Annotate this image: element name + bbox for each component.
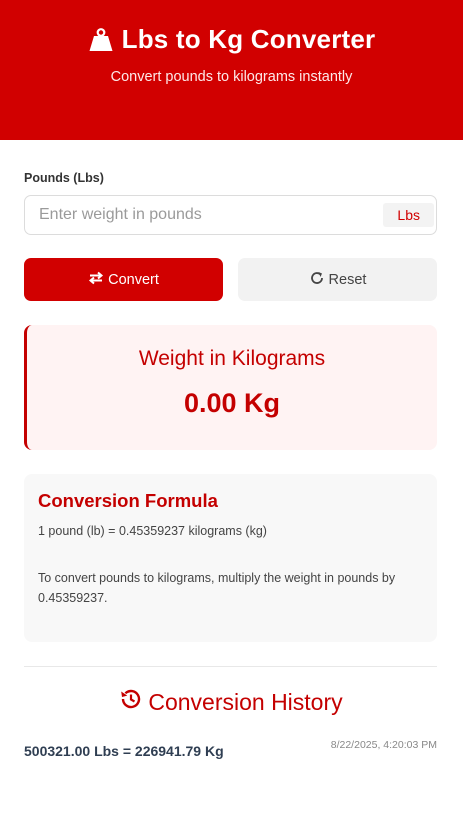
page-title: Lbs to Kg Converter bbox=[121, 24, 376, 54]
exchange-icon bbox=[88, 270, 104, 290]
result-label: Weight in Kilograms bbox=[138, 347, 326, 370]
divider bbox=[24, 666, 437, 667]
formula-line: 1 pound (lb) = 0.45359237 kilograms (kg) bbox=[38, 524, 267, 538]
convert-button[interactable]: Convert bbox=[24, 258, 223, 301]
formula-card: Conversion Formula 1 pound (lb) = 0.4535… bbox=[24, 474, 437, 642]
result-value: 0.00 Kg bbox=[183, 388, 281, 418]
pounds-input-group: Lbs bbox=[24, 195, 437, 235]
result-card: Weight in Kilograms 0.00 Kg bbox=[24, 325, 437, 450]
unit-badge: Lbs bbox=[383, 203, 434, 227]
formula-description: To convert pounds to kilograms, multiply… bbox=[38, 571, 396, 605]
header-title-row: Lbs to Kg Converter bbox=[88, 24, 376, 55]
main-content: Pounds (Lbs) Lbs Convert bbox=[0, 171, 463, 759]
history-title: Conversion History bbox=[148, 688, 343, 715]
weight-icon bbox=[88, 27, 114, 53]
history-timestamp: 8/22/2025, 4:20:03 PM bbox=[330, 739, 437, 751]
pounds-label: Pounds (Lbs) bbox=[24, 171, 104, 185]
pounds-input[interactable] bbox=[39, 206, 384, 224]
redo-icon bbox=[309, 270, 325, 290]
history-conversion: 500321.00 Lbs = 226941.79 Kg bbox=[24, 743, 224, 759]
history-heading: Conversion History bbox=[24, 687, 437, 717]
page-subtitle: Convert pounds to kilograms instantly bbox=[110, 69, 353, 85]
button-row: Convert Reset bbox=[24, 258, 437, 301]
convert-button-label: Convert bbox=[108, 271, 159, 288]
reset-button-label: Reset bbox=[328, 271, 367, 288]
history-item: 500321.00 Lbs = 226941.79 Kg 8/22/2025, … bbox=[24, 739, 437, 759]
app-header: Lbs to Kg Converter Convert pounds to ki… bbox=[0, 0, 463, 140]
formula-title: Conversion Formula bbox=[38, 490, 218, 511]
history-icon bbox=[118, 687, 142, 717]
reset-button[interactable]: Reset bbox=[238, 258, 437, 301]
